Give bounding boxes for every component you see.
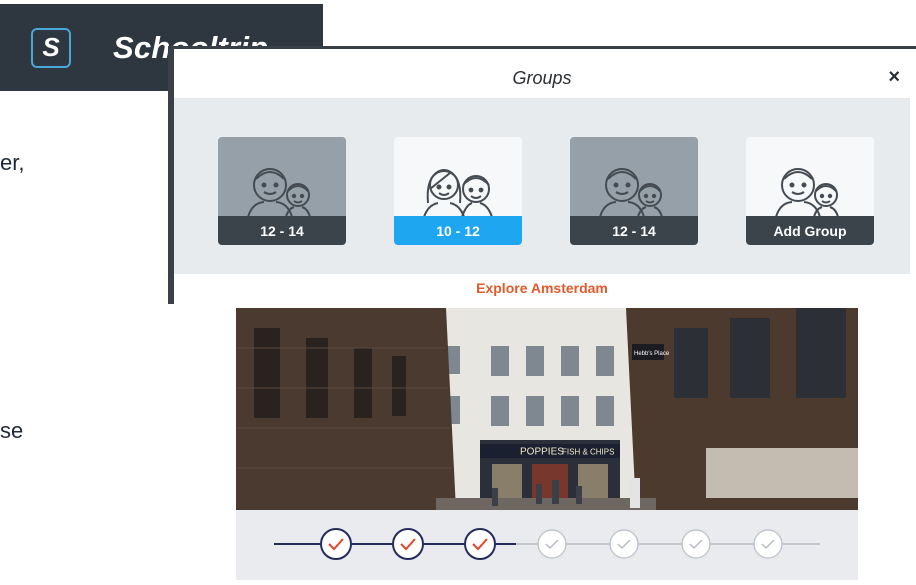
- kids-group-icon: [247, 168, 311, 218]
- kids-group-icon: [775, 168, 839, 218]
- group-card-1-label: 12 - 14: [218, 216, 346, 245]
- street-sign: Hebb's Place: [634, 351, 670, 357]
- schooltrip-logo-icon: S: [31, 27, 71, 68]
- add-group-label: Add Group: [746, 216, 874, 245]
- step-2-done[interactable]: [392, 528, 424, 560]
- group-card-3-label: 12 - 14: [570, 216, 698, 245]
- group-card-3[interactable]: 12 - 14: [570, 137, 698, 245]
- street-scene-image: POPPIES FISH & CHIPS Hebb's Place: [236, 308, 858, 510]
- trip-title: Explore Amsterdam: [174, 274, 910, 302]
- step-5-pending[interactable]: [609, 529, 639, 559]
- close-button[interactable]: ×: [888, 66, 900, 89]
- slide-text-fragment-1: er,: [0, 150, 25, 175]
- group-card-2-label: 10 - 12: [394, 216, 522, 245]
- step-3-done[interactable]: [464, 528, 496, 560]
- shop-sign-2: FISH & CHIPS: [562, 448, 614, 457]
- group-card-2-selected[interactable]: 10 - 12: [394, 137, 522, 245]
- step-6-pending[interactable]: [681, 529, 711, 559]
- step-7-pending[interactable]: [753, 529, 783, 559]
- step-1-done[interactable]: [320, 528, 352, 560]
- kids-group-icon: [599, 168, 663, 218]
- add-group-button[interactable]: Add Group: [746, 137, 874, 245]
- modal-title: Groups: [512, 67, 572, 88]
- progress-stepper: [236, 510, 858, 580]
- girl-boy-group-icon: [423, 169, 493, 218]
- group-card-1[interactable]: 12 - 14: [218, 137, 346, 245]
- step-4-pending[interactable]: [537, 529, 567, 559]
- groups-list: 12 - 14 10 - 12 12 - 14 Add Group: [174, 99, 910, 274]
- modal-header: Groups ×: [174, 58, 910, 99]
- slide-text-fragment-2: se: [0, 418, 24, 443]
- progress-track: [274, 528, 820, 560]
- street-photo: POPPIES FISH & CHIPS Hebb's Place: [236, 308, 858, 510]
- logo-letter: S: [42, 32, 60, 62]
- shop-sign: POPPIES: [520, 447, 564, 458]
